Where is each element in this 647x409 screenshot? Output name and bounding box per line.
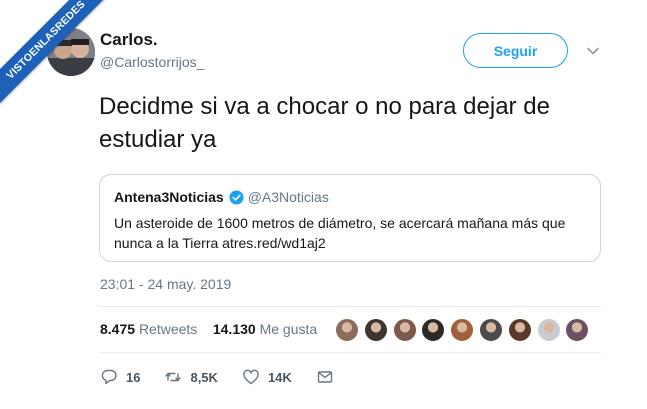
retweets-label[interactable]: Retweets	[139, 321, 197, 337]
chevron-down-icon[interactable]	[586, 44, 600, 58]
retweets-count[interactable]: 8.475	[100, 321, 135, 337]
retweet-button[interactable]: 8,5K	[164, 368, 218, 386]
liker-avatars	[335, 318, 594, 342]
liker-avatar[interactable]	[335, 318, 359, 342]
liker-avatar[interactable]	[507, 318, 532, 342]
tweet-text: Decidme si va a chocar o no para dejar d…	[99, 93, 550, 153]
likes-label[interactable]: Me gusta	[260, 321, 318, 337]
liker-avatar[interactable]	[478, 318, 503, 342]
reply-count: 16	[126, 369, 141, 385]
likes-count[interactable]: 14.130	[213, 321, 256, 337]
liker-avatar[interactable]	[536, 318, 561, 342]
divider	[99, 352, 601, 353]
heart-icon	[243, 369, 259, 385]
user-handle[interactable]: @Carlostorrijos_	[100, 54, 204, 70]
quoted-text: Un asteroide de 1600 metros de diámetro,…	[114, 215, 566, 251]
divider	[99, 306, 601, 307]
follow-button[interactable]: Seguir	[463, 33, 568, 68]
action-bar: 16 8,5K 14K	[100, 368, 366, 386]
watermark-ribbon: VISTOENLASREDES	[0, 0, 110, 110]
liker-avatar[interactable]	[450, 318, 475, 342]
liker-avatar[interactable]	[363, 318, 388, 342]
reply-button[interactable]: 16	[100, 368, 140, 386]
retweet-icon	[165, 372, 182, 382]
liker-avatar[interactable]	[421, 318, 446, 342]
reply-icon	[101, 369, 117, 385]
liker-avatar[interactable]	[392, 318, 417, 342]
retweet-count: 8,5K	[190, 369, 218, 385]
liker-avatar[interactable]	[565, 318, 590, 342]
tweet-timestamp[interactable]: 23:01 - 24 may. 2019	[100, 276, 231, 292]
direct-message-button[interactable]	[316, 368, 342, 386]
like-button[interactable]: 14K	[242, 368, 292, 386]
quoted-tweet[interactable]: Antena3Noticias @A3Noticias Un asteroide…	[99, 174, 601, 262]
verified-badge-icon	[229, 189, 244, 205]
quoted-display-name: Antena3Noticias	[114, 189, 224, 205]
envelope-icon	[317, 371, 332, 383]
like-count: 14K	[267, 369, 292, 385]
watermark-text: VISTOENLASREDES	[0, 0, 110, 106]
quoted-handle: @A3Noticias	[247, 189, 329, 205]
tweet-stats: 8.475 Retweets 14.130 Me gusta	[100, 321, 317, 337]
